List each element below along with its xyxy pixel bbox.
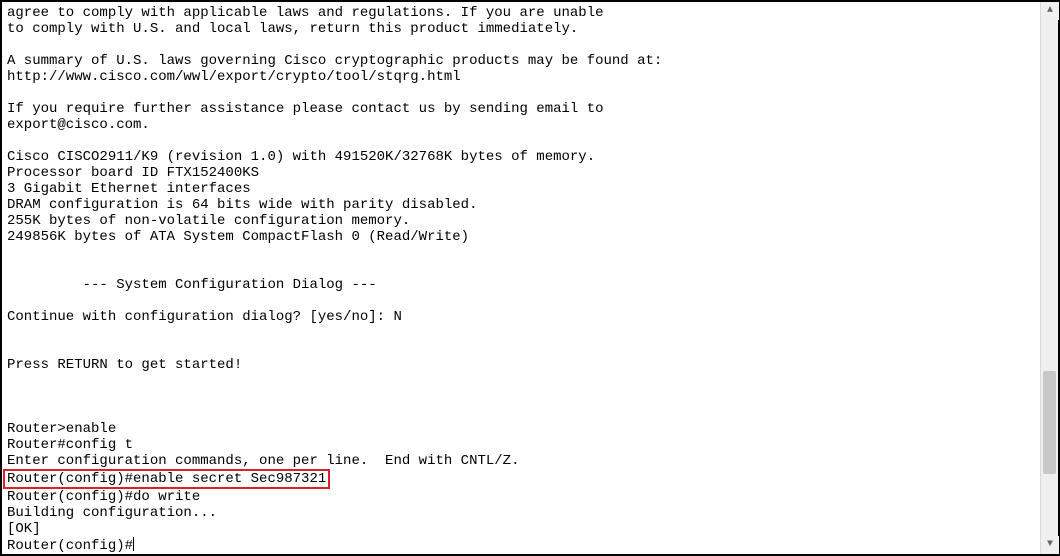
chevron-up-icon: ▲ xyxy=(1047,3,1053,19)
highlighted-command: Router(config)#enable secret Sec987321 xyxy=(3,469,330,489)
terminal-line: If you require further assistance please… xyxy=(7,101,1033,117)
terminal-line: --- System Configuration Dialog --- xyxy=(7,277,1033,293)
terminal-output[interactable]: agree to comply with applicable laws and… xyxy=(2,2,1038,554)
highlighted-command-line: Router(config)#enable secret Sec987321 xyxy=(7,469,1033,489)
scroll-up-button[interactable]: ▲ xyxy=(1041,2,1059,20)
terminal-line xyxy=(7,133,1033,149)
terminal-line xyxy=(7,261,1033,277)
terminal-line: Building configuration... xyxy=(7,505,1033,521)
terminal-line xyxy=(7,341,1033,357)
terminal-line: Continue with configuration dialog? [yes… xyxy=(7,309,1033,325)
scroll-down-button[interactable]: ▼ xyxy=(1041,536,1059,554)
terminal-line: A summary of U.S. laws governing Cisco c… xyxy=(7,53,1033,69)
terminal-line: http://www.cisco.com/wwl/export/crypto/t… xyxy=(7,69,1033,85)
terminal-line xyxy=(7,293,1033,309)
terminal-window: agree to comply with applicable laws and… xyxy=(0,0,1060,556)
terminal-line: DRAM configuration is 64 bits wide with … xyxy=(7,197,1033,213)
scrollbar-track[interactable] xyxy=(1041,20,1058,536)
terminal-line: 255K bytes of non-volatile configuration… xyxy=(7,213,1033,229)
terminal-line: agree to comply with applicable laws and… xyxy=(7,5,1033,21)
prompt-text: Router(config)# xyxy=(7,538,133,554)
terminal-line: 3 Gigabit Ethernet interfaces xyxy=(7,181,1033,197)
terminal-line: Router#config t xyxy=(7,437,1033,453)
scrollbar-thumb[interactable] xyxy=(1043,371,1056,474)
terminal-line xyxy=(7,389,1033,405)
terminal-line: [OK] xyxy=(7,521,1033,537)
terminal-line xyxy=(7,245,1033,261)
terminal-line xyxy=(7,37,1033,53)
terminal-line: Cisco CISCO2911/K9 (revision 1.0) with 4… xyxy=(7,149,1033,165)
terminal-line: Enter configuration commands, one per li… xyxy=(7,453,1033,469)
chevron-down-icon: ▼ xyxy=(1047,537,1053,553)
terminal-line: Router>enable xyxy=(7,421,1033,437)
terminal-line: Processor board ID FTX152400KS xyxy=(7,165,1033,181)
cursor xyxy=(133,537,134,551)
terminal-line xyxy=(7,325,1033,341)
terminal-line: 249856K bytes of ATA System CompactFlash… xyxy=(7,229,1033,245)
terminal-line xyxy=(7,373,1033,389)
terminal-line: Press RETURN to get started! xyxy=(7,357,1033,373)
terminal-line: Router(config)#do write xyxy=(7,489,1033,505)
terminal-line: to comply with U.S. and local laws, retu… xyxy=(7,21,1033,37)
prompt-line[interactable]: Router(config)# xyxy=(7,537,1033,554)
terminal-line: export@cisco.com. xyxy=(7,117,1033,133)
terminal-line xyxy=(7,85,1033,101)
vertical-scrollbar[interactable]: ▲ ▼ xyxy=(1040,2,1058,554)
terminal-line xyxy=(7,405,1033,421)
